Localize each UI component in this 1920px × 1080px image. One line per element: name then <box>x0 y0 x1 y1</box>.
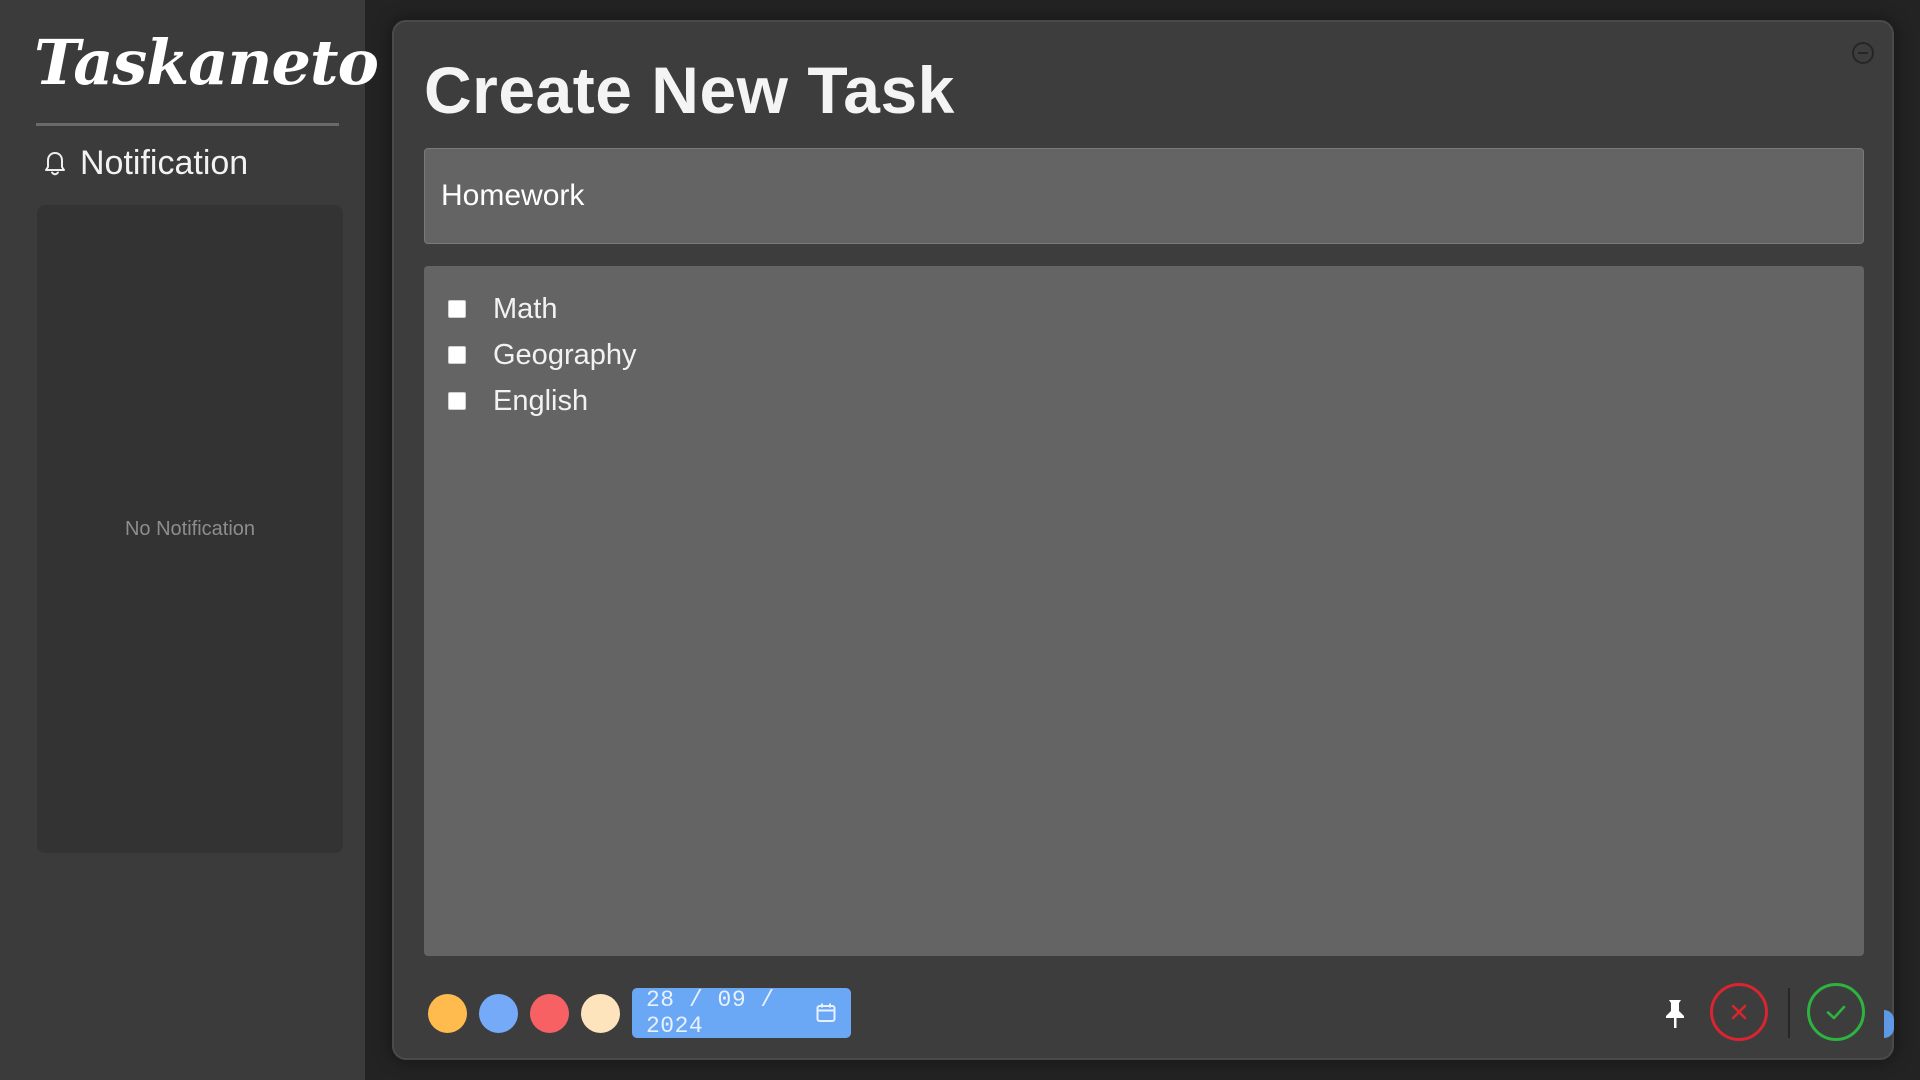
minus-circle-icon <box>1852 42 1874 64</box>
checklist-item-label: English <box>493 384 589 417</box>
checklist-checkbox[interactable] <box>448 392 466 410</box>
notification-panel: No Notification <box>37 205 343 853</box>
bell-icon <box>42 149 68 179</box>
notification-header: Notification <box>42 144 248 183</box>
close-icon <box>1731 1004 1747 1020</box>
checklist-area[interactable]: Math Geography English <box>424 266 1864 956</box>
sidebar: Taskaneto Notification No Notification <box>0 0 379 1080</box>
create-task-modal: Create New Task Math Geography English 2… <box>392 20 1894 1060</box>
notification-title: Notification <box>80 144 249 182</box>
pin-button[interactable] <box>1659 994 1691 1034</box>
sidebar-divider <box>36 123 339 126</box>
color-swatch-blue[interactable] <box>479 993 518 1033</box>
checklist-checkbox[interactable] <box>448 346 466 364</box>
task-title-input[interactable] <box>424 148 1864 244</box>
due-date-input[interactable]: 28 / 09 / 2024 <box>632 987 851 1039</box>
floating-button-edge[interactable] <box>1884 1010 1894 1038</box>
color-swatch-cream[interactable] <box>581 993 620 1033</box>
checklist-item-label: Geography <box>493 338 637 371</box>
check-icon <box>1826 1005 1846 1020</box>
footer-divider <box>1788 988 1790 1038</box>
pin-icon <box>1666 1000 1684 1028</box>
minimize-button[interactable] <box>1850 40 1876 66</box>
color-swatch-orange[interactable] <box>428 993 467 1033</box>
checklist-item-label: Math <box>493 292 558 325</box>
modal-footer: 28 / 09 / 2024 <box>428 984 851 1042</box>
due-date-value: 28 / 09 / 2024 <box>646 987 775 1039</box>
color-swatch-red[interactable] <box>530 993 569 1033</box>
calendar-icon[interactable] <box>815 1002 837 1024</box>
checklist-checkbox[interactable] <box>448 300 466 318</box>
modal-title: Create New Task <box>424 53 955 127</box>
cancel-button[interactable] <box>1710 983 1768 1041</box>
confirm-button[interactable] <box>1807 983 1865 1041</box>
notification-empty-text: No Notification <box>124 517 256 540</box>
checklist-item[interactable]: Geography <box>448 332 1840 378</box>
checklist-item[interactable]: English <box>448 378 1840 424</box>
app-logo[interactable]: Taskaneto <box>34 26 379 99</box>
checklist-item[interactable]: Math <box>448 286 1840 332</box>
